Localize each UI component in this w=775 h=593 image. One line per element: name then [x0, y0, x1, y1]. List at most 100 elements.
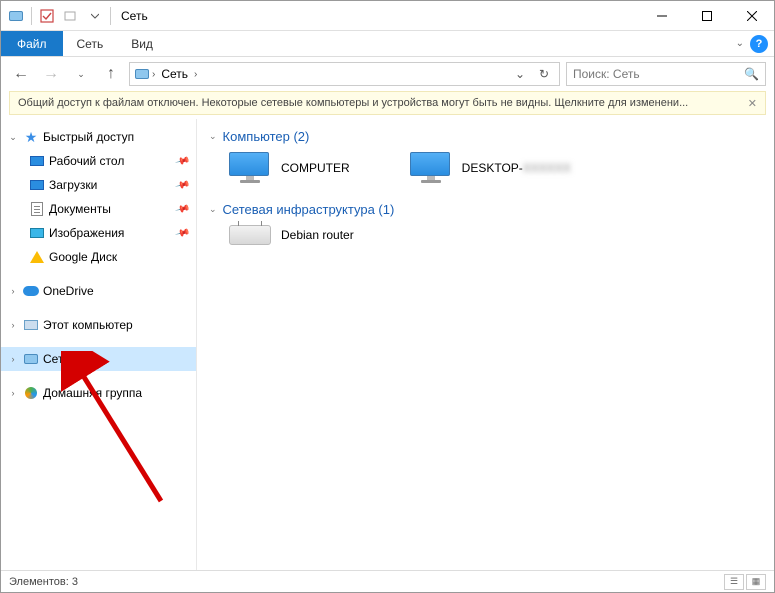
separator	[31, 7, 32, 25]
tab-view[interactable]: Вид	[117, 31, 167, 56]
document-icon	[29, 201, 45, 217]
computer-item[interactable]: DESKTOP-XXXXXX	[410, 152, 571, 184]
recent-dropdown-icon[interactable]: ⌄	[69, 62, 93, 86]
tree-label: Google Диск	[49, 250, 117, 264]
address-dropdown-icon[interactable]: ⌄	[509, 63, 531, 85]
tree-item-gdrive[interactable]: Google Диск	[1, 245, 196, 269]
qat-dropdown-icon[interactable]	[84, 5, 106, 27]
router-item[interactable]: Debian router	[229, 225, 354, 245]
computer-icon	[410, 152, 452, 184]
tree-label: Изображения	[49, 226, 124, 240]
search-input[interactable]: Поиск: Сеть 🔍	[566, 62, 766, 86]
group-label: Сетевая инфраструктура (1)	[223, 202, 395, 217]
help-button[interactable]: ?	[750, 35, 768, 53]
tree-this-pc[interactable]: › Этот компьютер	[1, 313, 196, 337]
content-pane: ⌄ Компьютер (2) COMPUTER DESKTOP-XXXXXX …	[197, 119, 774, 570]
maximize-button[interactable]	[684, 1, 729, 30]
info-bar-close-icon[interactable]: ✕	[748, 97, 757, 110]
title-bar: Сеть	[1, 1, 774, 31]
group-infrastructure-header[interactable]: ⌄ Сетевая инфраструктура (1)	[209, 202, 762, 217]
network-icon[interactable]	[5, 5, 27, 27]
item-label: Debian router	[281, 228, 354, 242]
body: ⌄ ★ Быстрый доступ Рабочий стол 📌 Загруз…	[1, 119, 774, 570]
downloads-icon	[29, 177, 45, 193]
network-icon	[134, 66, 150, 82]
onedrive-icon	[23, 283, 39, 299]
info-bar-text: Общий доступ к файлам отключен. Некоторы…	[18, 97, 688, 109]
up-button[interactable]: ↑	[99, 62, 123, 86]
pin-icon: 📌	[174, 225, 190, 241]
item-label: DESKTOP-XXXXXX	[462, 161, 571, 175]
pin-icon: 📌	[174, 153, 190, 169]
new-folder-icon[interactable]	[60, 5, 82, 27]
ribbon-expand-icon[interactable]: ⌄	[736, 38, 744, 49]
info-bar[interactable]: Общий доступ к файлам отключен. Некоторы…	[9, 91, 766, 115]
tree-label: Загрузки	[49, 178, 97, 192]
details-view-button[interactable]: ☰	[724, 574, 744, 590]
refresh-button[interactable]: ↻	[533, 63, 555, 85]
infra-row: Debian router	[209, 221, 762, 259]
status-bar: Элементов: 3 ☰ ▦	[1, 570, 774, 592]
quick-access-toolbar	[1, 5, 117, 27]
tree-item-pictures[interactable]: Изображения 📌	[1, 221, 196, 245]
collapse-icon[interactable]: ⌄	[7, 132, 19, 143]
network-icon	[23, 351, 39, 367]
forward-button[interactable]: →	[39, 62, 63, 86]
computer-icon	[229, 152, 271, 184]
tree-label: Документы	[49, 202, 111, 216]
search-placeholder: Поиск: Сеть	[573, 67, 640, 81]
pictures-icon	[29, 225, 45, 241]
tree-item-documents[interactable]: Документы 📌	[1, 197, 196, 221]
close-button[interactable]	[729, 1, 774, 30]
tree-label: Этот компьютер	[43, 318, 133, 332]
expand-icon[interactable]: ›	[7, 388, 19, 398]
pin-icon: 📌	[174, 201, 190, 217]
tree-onedrive[interactable]: › OneDrive	[1, 279, 196, 303]
icons-view-button[interactable]: ▦	[746, 574, 766, 590]
homegroup-icon	[23, 385, 39, 401]
expand-icon[interactable]: ›	[7, 286, 19, 296]
tree-label: Рабочий стол	[49, 154, 124, 168]
star-icon: ★	[23, 129, 39, 145]
ribbon-menu: Файл Сеть Вид ⌄ ?	[1, 31, 774, 57]
item-label: COMPUTER	[281, 161, 350, 175]
router-icon	[229, 225, 271, 245]
tab-network[interactable]: Сеть	[63, 31, 118, 56]
tree-label: Сеть	[43, 352, 70, 366]
status-text: Элементов: 3	[9, 576, 78, 588]
collapse-icon[interactable]: ⌄	[209, 131, 217, 142]
tree-quick-access[interactable]: ⌄ ★ Быстрый доступ	[1, 125, 196, 149]
window-title: Сеть	[117, 9, 148, 23]
window-controls	[639, 1, 774, 30]
chevron-right-icon[interactable]: ›	[150, 69, 157, 80]
group-label: Компьютер (2)	[223, 129, 310, 144]
navigation-bar: ← → ⌄ ↑ › Сеть › ⌄ ↻ Поиск: Сеть 🔍	[1, 57, 774, 91]
tree-item-downloads[interactable]: Загрузки 📌	[1, 173, 196, 197]
tree-network[interactable]: › Сеть	[1, 347, 196, 371]
collapse-icon[interactable]: ⌄	[209, 204, 217, 215]
minimize-button[interactable]	[639, 1, 684, 30]
expand-icon[interactable]: ›	[7, 320, 19, 330]
desktop-icon	[29, 153, 45, 169]
chevron-right-icon[interactable]: ›	[192, 69, 199, 80]
group-computers-header[interactable]: ⌄ Компьютер (2)	[209, 129, 762, 144]
gdrive-icon	[29, 249, 45, 265]
separator	[110, 7, 111, 25]
file-tab[interactable]: Файл	[1, 31, 63, 56]
expand-icon[interactable]: ›	[7, 354, 19, 364]
navigation-pane: ⌄ ★ Быстрый доступ Рабочий стол 📌 Загруз…	[1, 119, 197, 570]
computers-row: COMPUTER DESKTOP-XXXXXX	[209, 148, 762, 198]
tree-homegroup[interactable]: › Домашняя группа	[1, 381, 196, 405]
search-icon: 🔍	[744, 67, 759, 81]
properties-icon[interactable]	[36, 5, 58, 27]
tree-item-desktop[interactable]: Рабочий стол 📌	[1, 149, 196, 173]
computer-item[interactable]: COMPUTER	[229, 152, 350, 184]
address-bar[interactable]: › Сеть › ⌄ ↻	[129, 62, 560, 86]
back-button[interactable]: ←	[9, 62, 33, 86]
tree-label: OneDrive	[43, 284, 94, 298]
pc-icon	[23, 317, 39, 333]
tree-label: Быстрый доступ	[43, 130, 134, 144]
pin-icon: 📌	[174, 177, 190, 193]
breadcrumb-network[interactable]: Сеть	[157, 67, 192, 81]
tree-label: Домашняя группа	[43, 386, 142, 400]
